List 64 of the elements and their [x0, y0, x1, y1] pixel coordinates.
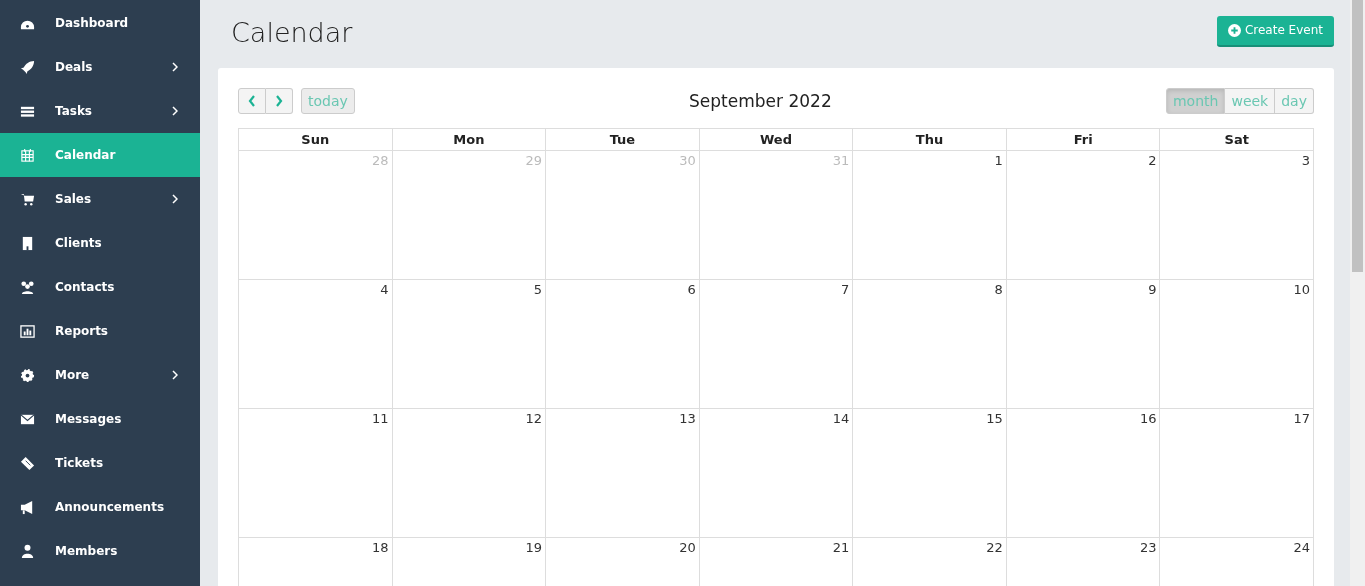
sidebar-item[interactable]: Dashboard: [0, 1, 200, 45]
day-number: 31: [832, 153, 850, 168]
day-number: 30: [679, 153, 696, 168]
megaphone-icon: [20, 499, 35, 515]
day-number: 9: [1148, 282, 1157, 297]
sidebar-item[interactable]: Reports: [0, 309, 200, 353]
day-number: 3: [1301, 153, 1310, 168]
day-number: 17: [1293, 411, 1310, 426]
sidebar-item[interactable]: Announcements: [0, 485, 200, 529]
rocket-icon: [20, 59, 35, 75]
day-number: 19: [525, 540, 543, 555]
day-number: 5: [533, 282, 543, 297]
sidebar-item[interactable]: Deals: [0, 45, 200, 89]
sidebar-item[interactable]: Members: [0, 529, 200, 573]
day-number: 8: [994, 282, 1003, 297]
day-number: 12: [525, 411, 543, 426]
sidebar-item[interactable]: Contacts: [0, 265, 200, 309]
chart-icon: [20, 323, 35, 339]
next-button[interactable]: [266, 88, 293, 114]
day-number: 14: [832, 411, 850, 426]
day-number: 23: [1139, 540, 1157, 555]
day-number: 4: [380, 282, 389, 297]
calendar-title: September 2022: [689, 91, 832, 111]
weekday-header: Sun: [239, 129, 393, 151]
sidebar-item[interactable]: Messages: [0, 397, 200, 441]
sidebar-item[interactable]: Sales: [0, 177, 200, 221]
plus-circle-icon: [1227, 23, 1241, 37]
day-number: 24: [1293, 540, 1310, 555]
weekday-header: Sat: [1160, 129, 1314, 151]
previous-button[interactable]: [238, 88, 266, 114]
page-title: Calendar: [231, 16, 353, 48]
day-number: 21: [832, 540, 850, 555]
weekday-header: Fri: [1006, 129, 1161, 151]
sidebar-item[interactable]: Tickets: [0, 441, 200, 485]
day-number: 13: [679, 411, 696, 426]
day-number: 7: [841, 282, 850, 297]
day-number: 11: [372, 411, 389, 426]
day-number: 20: [679, 540, 696, 555]
weekday-header: Mon: [392, 129, 547, 151]
sidebar-item[interactable]: More: [0, 353, 200, 397]
cart-icon: [20, 191, 35, 207]
settings-icon: [20, 367, 35, 383]
day-number: 29: [525, 153, 543, 168]
day-number: 22: [986, 540, 1003, 555]
weekday-header: Thu: [853, 129, 1007, 151]
day-number: 15: [986, 411, 1003, 426]
sidebar-item[interactable]: Tasks: [0, 89, 200, 133]
day-number: 2: [1148, 153, 1157, 168]
calendar-icon: [20, 147, 35, 163]
user-icon: [20, 543, 35, 559]
weekday-header: Wed: [699, 129, 854, 151]
building-icon: [20, 235, 35, 251]
ticket-icon: [20, 455, 35, 471]
day-number: 6: [687, 282, 696, 297]
envelope-icon: [20, 411, 35, 427]
day-number: 1: [994, 153, 1003, 168]
day-number: 16: [1139, 411, 1157, 426]
day-number: 18: [372, 540, 389, 555]
day-number: 10: [1293, 282, 1310, 297]
users-icon: [20, 279, 35, 295]
weekday-header: Tue: [546, 129, 700, 151]
scrollbar[interactable]: [1350, 0, 1365, 586]
day-number: 28: [372, 153, 389, 168]
sidebar-item[interactable]: Clients: [0, 221, 200, 265]
